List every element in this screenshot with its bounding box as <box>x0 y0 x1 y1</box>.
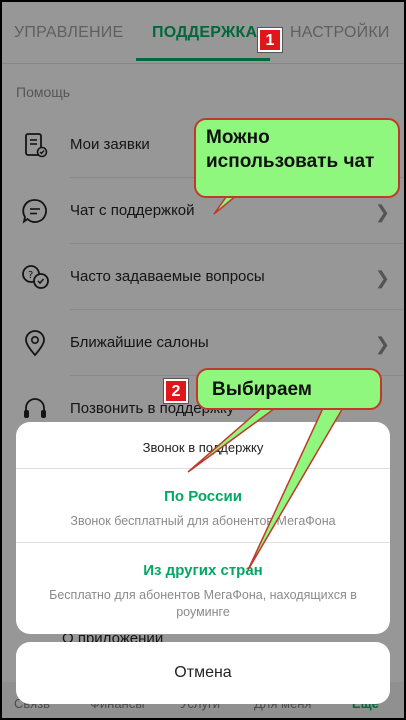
divider <box>16 542 390 543</box>
screen: УПРАВЛЕНИЕ ПОДДЕРЖКА НАСТРОЙКИ Помощь Мо… <box>0 0 406 720</box>
step-badge-2: 2 <box>164 379 188 403</box>
option-title: По России <box>164 488 242 505</box>
sheet-title: Звонок в поддержку <box>142 440 264 455</box>
option-title: Из других стран <box>143 562 263 579</box>
call-support-sheet: Звонок в поддержку По России Звонок бесп… <box>16 422 390 634</box>
annotation-bubble-choose: Выбираем <box>196 368 382 410</box>
option-subtitle: Звонок бесплатный для абонентов МегаФона <box>70 514 336 528</box>
option-within-russia[interactable]: По России Звонок бесплатный для абоненто… <box>16 488 390 530</box>
annotation-bubble-chat: Можно использовать чат <box>194 118 400 198</box>
divider <box>16 468 390 469</box>
cancel-button[interactable]: Отмена <box>16 642 390 704</box>
step-badge-1: 1 <box>258 28 282 52</box>
option-from-abroad[interactable]: Из других стран Бесплатно для абонентов … <box>16 562 390 621</box>
option-subtitle: Бесплатно для абонентов МегаФона, находя… <box>49 588 357 619</box>
